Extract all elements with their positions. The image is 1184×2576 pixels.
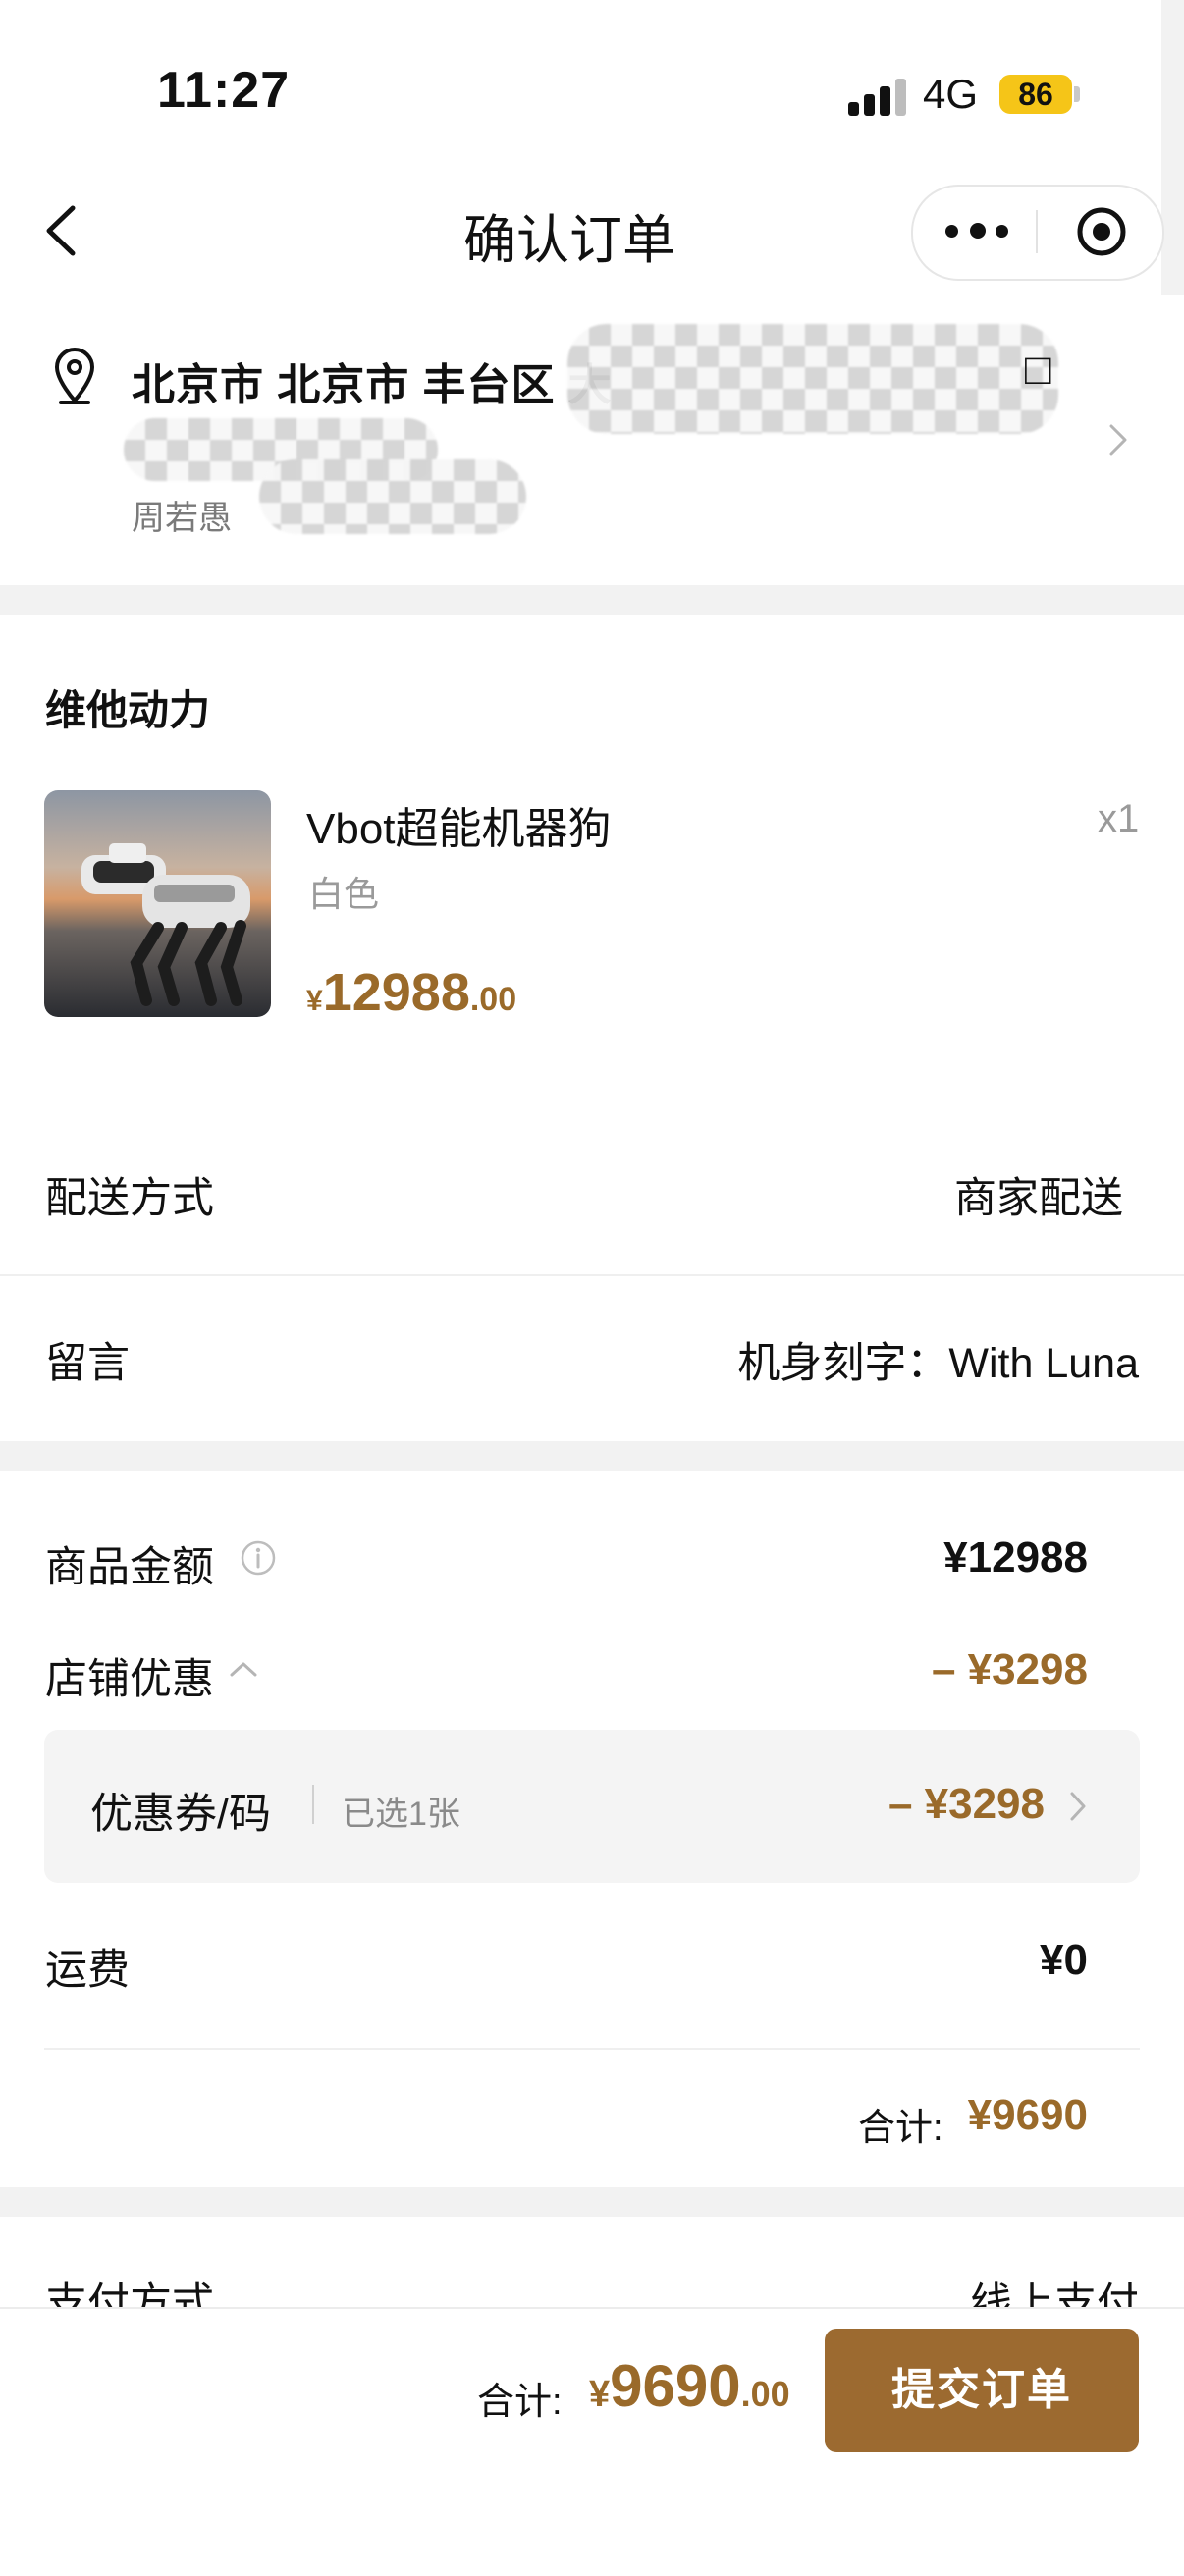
price-decimal: .00 bbox=[469, 981, 517, 1018]
price-integer: 12988 bbox=[322, 963, 470, 1022]
note-value: 机身刻字：With Luna bbox=[737, 1340, 1139, 1387]
subtotal-value: ¥9690 bbox=[967, 2091, 1088, 2139]
network-type: 4G bbox=[923, 71, 979, 117]
shop-name: 维他动力 bbox=[45, 687, 211, 733]
product-price: ¥12988.00 bbox=[306, 962, 516, 1023]
info-icon[interactable] bbox=[240, 1539, 277, 1577]
section-gap bbox=[0, 1441, 1184, 1471]
chevron-up-icon[interactable] bbox=[228, 1659, 259, 1679]
target-icon bbox=[1077, 207, 1126, 256]
robot-dog-image bbox=[81, 843, 250, 1006]
delivery-label: 配送方式 bbox=[45, 1175, 214, 1222]
coupon-separator bbox=[312, 1785, 314, 1824]
delivery-value: 商家配送 bbox=[954, 1175, 1123, 1222]
location-pin-icon bbox=[51, 346, 98, 404]
redacted-phone bbox=[259, 459, 526, 534]
shipping-label: 运费 bbox=[45, 1947, 130, 1994]
store-discount-value: – ¥3298 bbox=[931, 1645, 1088, 1693]
screen-edge bbox=[1161, 0, 1184, 295]
coupon-selected-count: 已选1张 bbox=[342, 1796, 460, 1833]
section-gap bbox=[0, 585, 1184, 615]
chevron-right-icon bbox=[1105, 420, 1131, 459]
total-label: 合计: bbox=[477, 2382, 563, 2423]
goods-amount-label: 商品金额 bbox=[45, 1544, 214, 1591]
battery-tip bbox=[1074, 86, 1080, 102]
product-name: Vbot超能机器狗 bbox=[306, 805, 612, 853]
coupon-label: 优惠券/码 bbox=[90, 1791, 271, 1838]
submit-order-button[interactable]: 提交订单 bbox=[825, 2329, 1139, 2452]
total-decimal: .00 bbox=[740, 2374, 790, 2414]
battery-icon: 86 bbox=[999, 75, 1072, 114]
row-divider bbox=[44, 2048, 1140, 2050]
product-image bbox=[44, 790, 271, 1017]
product-variant: 白色 bbox=[308, 874, 380, 914]
store-discount-label[interactable]: 店铺优惠 bbox=[45, 1645, 214, 1706]
close-miniprogram-icon[interactable] bbox=[1074, 204, 1129, 259]
address-tail-glyph: □ bbox=[1025, 346, 1051, 394]
recipient-name: 周若愚 bbox=[132, 500, 232, 537]
capsule-divider bbox=[1036, 210, 1038, 253]
note-label: 留言 bbox=[45, 1340, 130, 1387]
total-currency: ¥ bbox=[589, 2374, 611, 2415]
product-quantity: x1 bbox=[1098, 797, 1140, 840]
coupon-value: – ¥3298 bbox=[888, 1780, 1045, 1828]
more-icon[interactable] bbox=[942, 208, 1011, 253]
total-integer: 9690 bbox=[610, 2353, 741, 2419]
goods-amount-value: ¥12988 bbox=[943, 1533, 1088, 1582]
section-gap bbox=[0, 2187, 1184, 2217]
chevron-right-icon bbox=[1068, 1789, 1088, 1824]
redacted-address bbox=[567, 324, 1058, 434]
status-time: 11:27 bbox=[157, 62, 291, 119]
price-currency: ¥ bbox=[306, 985, 323, 1017]
signal-icon bbox=[848, 77, 907, 116]
shipping-value: ¥0 bbox=[1040, 1936, 1088, 1984]
subtotal-label: 合计: bbox=[858, 2108, 943, 2149]
address-line: 北京市 北京市 丰台区 大 bbox=[132, 361, 613, 409]
total-price: ¥9690.00 bbox=[589, 2352, 790, 2420]
